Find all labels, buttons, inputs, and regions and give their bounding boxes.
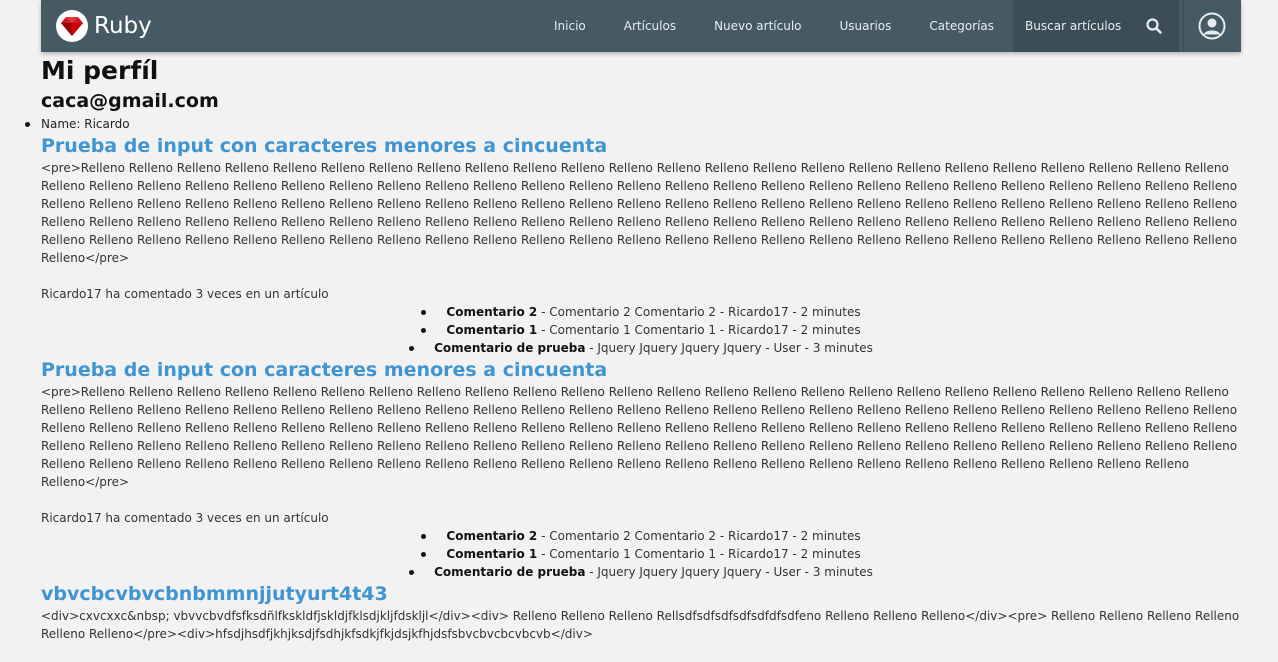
article-body: <div>cxvcxxc&nbsp; vbvvcbvdfsfksdñlfkskl… [41,609,1240,641]
comment-item: Comentario de prueba - Jquery Jquery Jqu… [41,563,1241,581]
nav-links: Inicio Artículos Nuevo artículo Usuarios… [535,0,1180,52]
comment-text: - Jquery Jquery Jquery Jquery - User - 3… [585,341,873,355]
nav-link-usuarios[interactable]: Usuarios [821,0,911,52]
comment-count: Ricardo17 ha comentado 3 veces en un art… [41,511,329,525]
comment-item: Comentario de prueba - Jquery Jquery Jqu… [41,339,1241,357]
comment-text: - Jquery Jquery Jquery Jquery - User - 3… [585,565,873,579]
navbar: Ruby Inicio Artículos Nuevo artículo Usu… [41,0,1241,52]
comment-title: Comentario 1 [446,323,538,337]
comment-title: Comentario de prueba [434,565,586,579]
article-title[interactable]: vbvcbcvbvcbnbmmnjjutyurt4t43 [41,581,1241,607]
comment-text: - Comentario 1 Comentario 1 - Ricardo17 … [537,547,861,561]
comment-title: Comentario 1 [446,547,538,561]
article-body: <pre>Relleno Relleno Relleno Relleno Rel… [41,161,1238,265]
article-body: <pre>Relleno Relleno Relleno Relleno Rel… [41,385,1238,489]
comment-text: - Comentario 2 Comentario 2 - Ricardo17 … [537,305,861,319]
profile-info-list: Name: Ricardo [25,115,1241,133]
profile-email: caca@gmail.com [41,90,219,112]
profile-name: Name: Ricardo [25,115,1241,133]
comment-title: Comentario 2 [446,305,538,319]
comment-count: Ricardo17 ha comentado 3 veces en un art… [41,287,329,301]
comment-list: Comentario 2 - Comentario 2 Comentario 2… [41,527,1241,581]
comment-item: Comentario 1 - Comentario 1 Comentario 1… [41,321,1241,339]
comment-list: Comentario 2 - Comentario 2 Comentario 2… [41,303,1241,357]
nav-link-nuevo-articulo[interactable]: Nuevo artículo [695,0,820,52]
nav-link-categorias[interactable]: Categorías [910,0,1013,52]
article-title[interactable]: Prueba de input con caracteres menores a… [41,357,1241,383]
brand-name: Ruby [94,13,152,39]
article: vbvcbcvbvcbnbmmnjjutyurt4t43 <div>cxvcxx… [41,581,1241,643]
article: Prueba de input con caracteres menores a… [41,357,1241,581]
comment-title: Comentario de prueba [434,341,586,355]
comment-text: - Comentario 2 Comentario 2 - Ricardo17 … [537,529,861,543]
brand[interactable]: Ruby [56,10,152,42]
comment-item: Comentario 2 - Comentario 2 Comentario 2… [41,527,1241,545]
nav-link-inicio[interactable]: Inicio [535,0,605,52]
page-title: Mi perfíl [41,56,159,85]
nav-divider [1183,0,1184,52]
comment-item: Comentario 2 - Comentario 2 Comentario 2… [41,303,1241,321]
ruby-gem-icon [56,10,88,42]
nav-link-articulos[interactable]: Artículos [605,0,695,52]
comment-title: Comentario 2 [446,529,538,543]
article: Prueba de input con caracteres menores a… [41,133,1241,357]
comment-item: Comentario 1 - Comentario 1 Comentario 1… [41,545,1241,563]
article-title[interactable]: Prueba de input con caracteres menores a… [41,133,1241,159]
comment-text: - Comentario 1 Comentario 1 - Ricardo17 … [537,323,861,337]
profile-content: Mi perfíl caca@gmail.com Name: Ricardo P… [25,55,1241,643]
user-avatar-icon[interactable] [1198,12,1226,40]
search-icon[interactable] [1145,17,1163,35]
